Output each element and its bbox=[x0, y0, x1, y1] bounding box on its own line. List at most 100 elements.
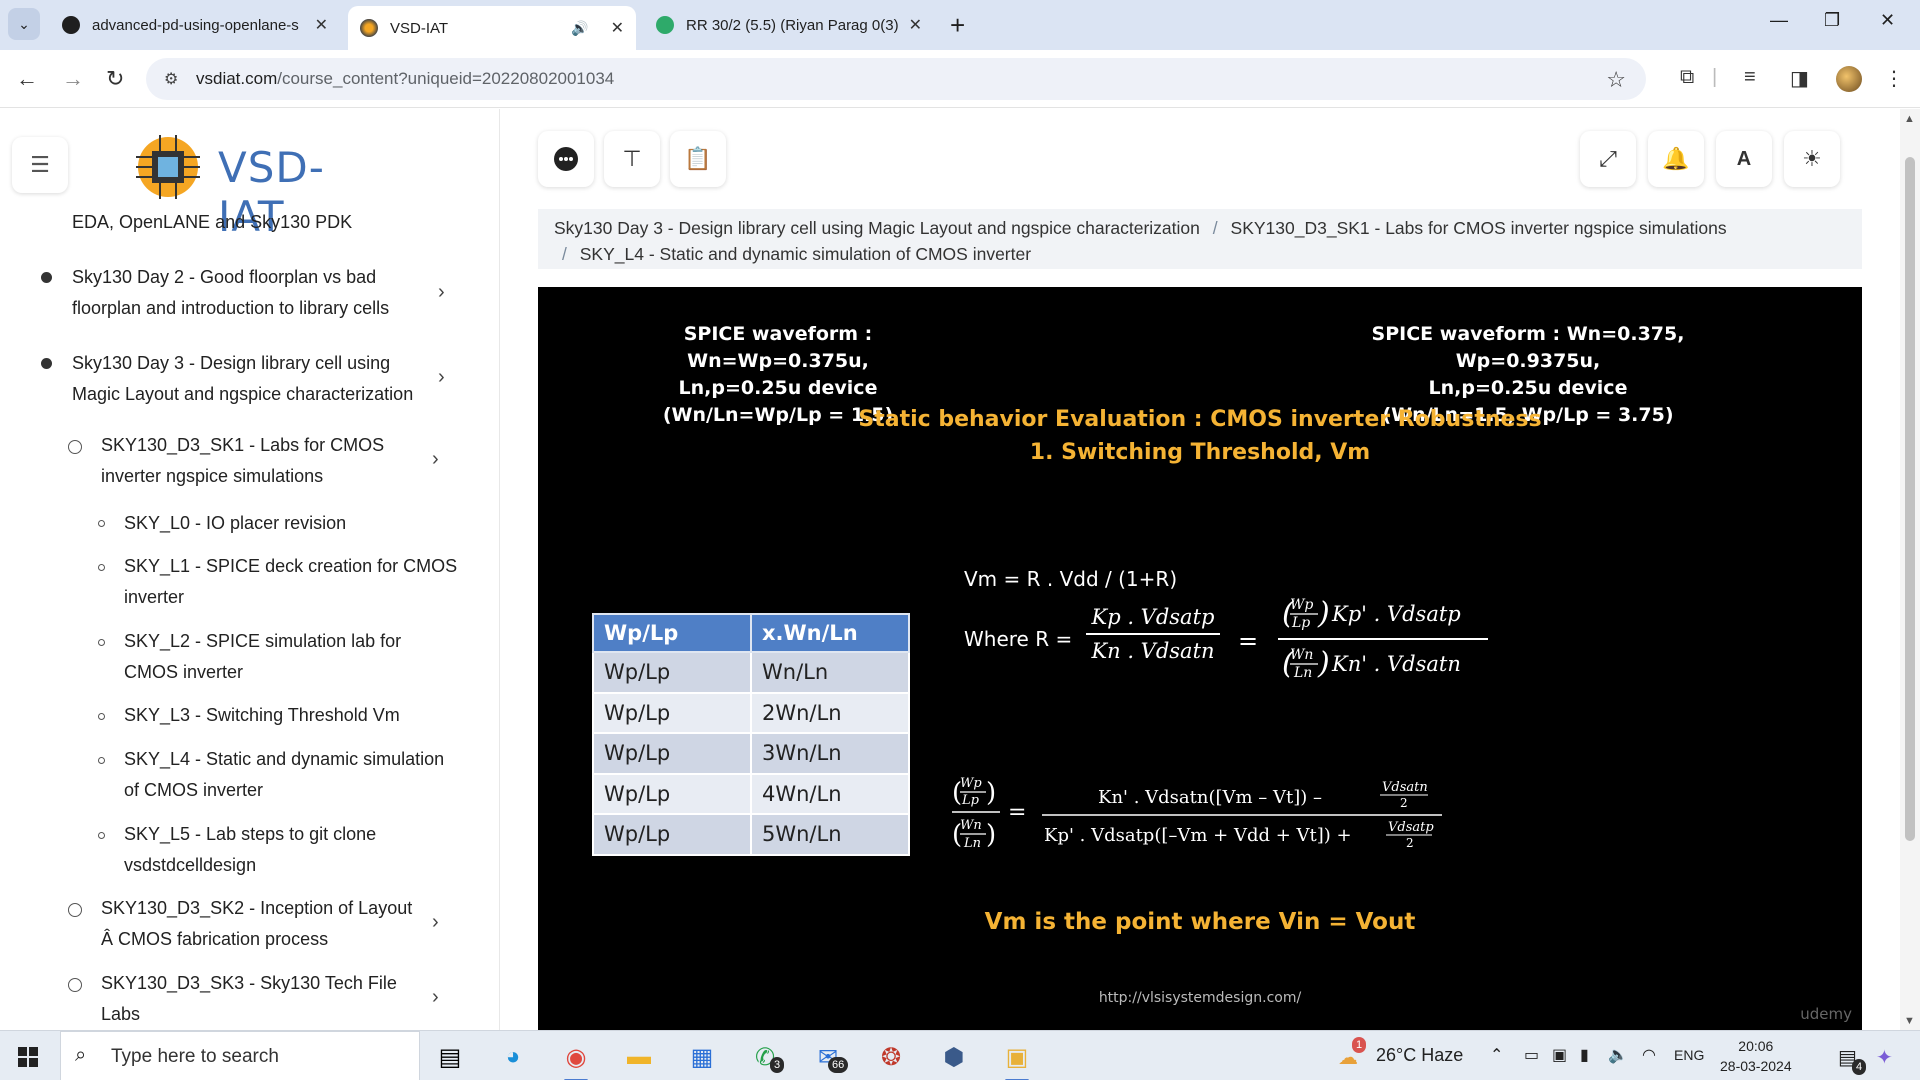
theme-toggle-icon[interactable]: ☀ bbox=[1784, 131, 1840, 187]
browser-toolbar: ← → ↻ ⚙ vsdiat.com/course_content?unique… bbox=[0, 50, 1920, 108]
sidebar-item-sk3[interactable]: SKY130_D3_SK3 - Sky130 Tech File Labs bbox=[101, 968, 397, 1030]
sidebar-item-l0[interactable]: SKY_L0 - IO placer revision bbox=[124, 508, 346, 539]
sidebar-item-day2[interactable]: Sky130 Day 2 - Good floorplan vs bad flo… bbox=[72, 262, 389, 324]
slide-title: Static behavior Evaluation : CMOS invert… bbox=[858, 407, 1542, 432]
cricbuzz-icon bbox=[656, 16, 674, 34]
weather-text[interactable]: 26°C Haze bbox=[1376, 1045, 1463, 1066]
tab-search-button[interactable]: ⌄ bbox=[8, 8, 40, 40]
clock[interactable]: 20:06 28-03-2024 bbox=[1720, 1036, 1792, 1076]
vsd-iat-logo: VSD-IAT bbox=[126, 127, 326, 241]
speaker-icon[interactable]: 🔊 bbox=[571, 20, 588, 37]
chevron-up-icon[interactable]: ⌃ bbox=[1490, 1045, 1503, 1065]
sidebar-item-sk2[interactable]: SKY130_D3_SK2 - Inception of Layout Â CM… bbox=[101, 893, 412, 955]
weather-icon[interactable]: ☁ bbox=[1338, 1045, 1358, 1070]
comments-icon[interactable] bbox=[538, 131, 594, 187]
chip-logo-icon bbox=[136, 135, 200, 199]
svg-text:Kp' . Vdsatp([–Vm + Vdd + Vt]): Kp' . Vdsatp([–Vm + Vdd + Vt]) + bbox=[1044, 825, 1352, 846]
sidebar-item-sk1[interactable]: SKY130_D3_SK1 - Labs for CMOS inverter n… bbox=[101, 430, 384, 492]
chrome-icon[interactable]: ◉ bbox=[556, 1039, 596, 1080]
close-tab-icon[interactable]: ✕ bbox=[909, 15, 922, 35]
chevron-right-icon[interactable]: › bbox=[438, 366, 445, 389]
minimize-button[interactable]: — bbox=[1770, 10, 1788, 31]
battery-icon[interactable]: ▮ bbox=[1580, 1045, 1589, 1065]
sidebar-item-l5[interactable]: SKY_L5 - Lab steps to git clone vsdstdce… bbox=[124, 819, 376, 881]
display-icon[interactable]: ▣ bbox=[1552, 1045, 1567, 1065]
table-row: Wp/Lp Wn/Ln bbox=[592, 651, 910, 694]
sidebar-item-l3[interactable]: SKY_L3 - Switching Threshold Vm bbox=[124, 700, 400, 731]
sidebar-item-l4[interactable]: SKY_L4 - Static and dynamic simulation o… bbox=[124, 744, 444, 806]
scrollbar-thumb[interactable] bbox=[1905, 157, 1915, 841]
sidebar-item-day1-tail[interactable]: EDA, OpenLANE and Sky130 PDK bbox=[72, 207, 352, 238]
notes-icon[interactable]: ⊤ bbox=[604, 131, 660, 187]
chevron-right-icon[interactable]: › bbox=[432, 911, 439, 934]
fullscreen-icon[interactable]: ⤢ bbox=[1580, 131, 1636, 187]
store-icon[interactable]: ▦ bbox=[682, 1039, 722, 1075]
scroll-up-icon[interactable]: ▲ bbox=[1904, 113, 1915, 125]
user-avatar[interactable]: A bbox=[1716, 131, 1772, 187]
back-button[interactable]: ← bbox=[16, 66, 38, 92]
extensions-icon[interactable]: ⧉ bbox=[1680, 66, 1694, 89]
page-scrollbar[interactable]: ▲ ▼ bbox=[1900, 109, 1920, 1030]
media-controls-icon[interactable]: ≡ bbox=[1744, 66, 1756, 89]
radio-circle-icon bbox=[68, 440, 82, 454]
width-ratio-table: Wp/Lp x.Wn/Ln Wp/Lp Wn/Ln Wp/Lp 2Wn/Ln Wp/… bbox=[592, 613, 910, 856]
forward-button[interactable]: → bbox=[62, 66, 84, 92]
sidebar-item-l1[interactable]: SKY_L1 - SPICE deck creation for CMOS in… bbox=[124, 551, 457, 613]
close-tab-icon[interactable]: ✕ bbox=[611, 18, 624, 38]
meet-now-icon[interactable]: ▭ bbox=[1524, 1045, 1539, 1065]
table-row: Wp/Lp 5Wn/Ln bbox=[592, 813, 910, 856]
virtualbox-icon[interactable]: ⬢ bbox=[934, 1039, 974, 1075]
sidebar-item-l2[interactable]: SKY_L2 - SPICE simulation lab for CMOS i… bbox=[124, 626, 401, 688]
bookmark-star-icon[interactable]: ☆ bbox=[1606, 67, 1626, 93]
lecture-slide[interactable]: SPICE waveform : Wn=Wp=0.375u, Ln,p=0.25… bbox=[538, 287, 1862, 1030]
reload-button[interactable]: ↻ bbox=[106, 66, 124, 92]
chevron-right-icon[interactable]: › bbox=[432, 448, 439, 471]
browser-menu-icon[interactable]: ⋮ bbox=[1884, 66, 1904, 91]
svg-text:=: = bbox=[1008, 800, 1026, 825]
sidebar-toggle-icon[interactable]: ☰ bbox=[12, 137, 68, 193]
main-content: ⊤ 📋 ⤢ 🔔 A ☀ Sky130 Day 3 - Design librar… bbox=[500, 109, 1900, 1030]
sub-bullet-icon bbox=[98, 832, 105, 839]
address-bar[interactable]: ⚙ vsdiat.com/course_content?uniqueid=202… bbox=[146, 58, 1646, 100]
bullet-icon bbox=[41, 358, 52, 369]
sticky-app-icon[interactable]: ▣ bbox=[997, 1039, 1037, 1080]
site-info-icon[interactable]: ⚙ bbox=[164, 69, 178, 89]
chevron-right-icon[interactable]: › bbox=[432, 986, 439, 1009]
side-panel-icon[interactable]: ◨ bbox=[1790, 66, 1809, 91]
chevron-right-icon[interactable]: › bbox=[438, 281, 445, 304]
clipboard-check-icon[interactable]: 📋 bbox=[670, 131, 726, 187]
sub-bullet-icon bbox=[98, 713, 105, 720]
table-header: Wp/Lp bbox=[592, 613, 752, 653]
app-logo-icon[interactable]: ❂ bbox=[871, 1039, 911, 1075]
new-tab-button[interactable]: + bbox=[950, 10, 965, 41]
copilot-icon[interactable]: ✦ bbox=[1876, 1045, 1893, 1070]
url-text[interactable]: vsdiat.com/course_content?uniqueid=20220… bbox=[196, 69, 614, 89]
breadcrumb: Sky130 Day 3 - Design library cell using… bbox=[538, 209, 1862, 269]
svg-text:Ln: Ln bbox=[1293, 665, 1312, 681]
scroll-down-icon[interactable]: ▼ bbox=[1904, 1015, 1915, 1027]
tab-github[interactable]: advanced-pd-using-openlane-s ✕ bbox=[50, 6, 340, 44]
sidebar-item-day3[interactable]: Sky130 Day 3 - Design library cell using… bbox=[72, 348, 413, 410]
bell-icon[interactable]: 🔔 bbox=[1648, 131, 1704, 187]
restore-button[interactable]: ❐ bbox=[1824, 10, 1840, 31]
radio-circle-icon bbox=[68, 903, 82, 917]
close-tab-icon[interactable]: ✕ bbox=[315, 15, 328, 35]
breadcrumb-link-sk1[interactable]: SKY130_D3_SK1 - Labs for CMOS inverter n… bbox=[1231, 218, 1727, 238]
close-window-button[interactable]: ✕ bbox=[1880, 10, 1895, 31]
edge-icon[interactable]: ◕ bbox=[493, 1039, 533, 1075]
file-explorer-icon[interactable]: ▬ bbox=[619, 1039, 659, 1075]
table-row: Wp/Lp 3Wn/Ln bbox=[592, 732, 910, 775]
taskbar-search[interactable]: ⌕ Type here to search bbox=[60, 1031, 420, 1080]
task-view-icon[interactable]: ▤ bbox=[430, 1039, 470, 1075]
sub-bullet-icon bbox=[98, 639, 105, 646]
wifi-icon[interactable]: ◠ bbox=[1642, 1045, 1656, 1065]
tab-vsd-iat[interactable]: VSD-IAT 🔊 ✕ bbox=[348, 6, 636, 50]
svg-text:): ) bbox=[1317, 646, 1330, 681]
profile-avatar[interactable] bbox=[1836, 66, 1862, 92]
language-indicator[interactable]: ENG bbox=[1674, 1047, 1704, 1063]
volume-icon[interactable]: 🔈 bbox=[1608, 1045, 1628, 1065]
toolbar-divider: | bbox=[1712, 66, 1718, 88]
windows-start-icon[interactable] bbox=[18, 1047, 38, 1067]
breadcrumb-link-day3[interactable]: Sky130 Day 3 - Design library cell using… bbox=[554, 218, 1200, 238]
tab-cricbuzz[interactable]: RR 30/2 (5.5) (Riyan Parag 0(3) ✕ bbox=[644, 6, 934, 44]
